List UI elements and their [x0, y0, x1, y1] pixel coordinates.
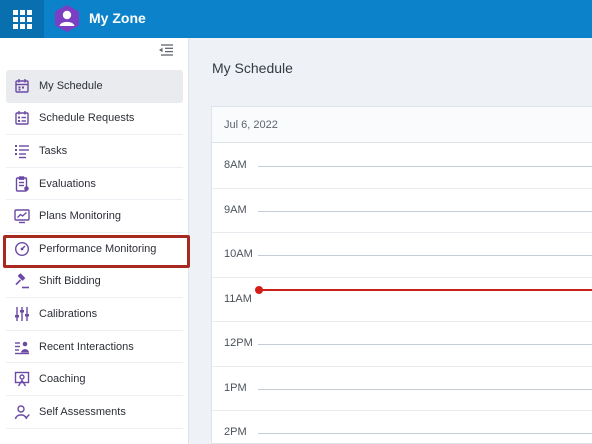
tasks-icon: [15, 144, 29, 159]
schedule-icon: [15, 78, 29, 93]
sidebar-item-calibrations[interactable]: Calibrations: [6, 298, 183, 331]
hour-label: 10AM: [224, 248, 253, 260]
evaluations-icon: [15, 175, 29, 192]
collapse-menu-icon[interactable]: [158, 43, 174, 57]
sidebar-item-label: Tasks: [39, 144, 68, 157]
sidebar-item-label: Plans Monitoring: [39, 210, 121, 223]
hour-divider: [258, 255, 592, 256]
gavel-icon: [15, 273, 29, 289]
hour-label: 2PM: [224, 426, 247, 438]
sidebar-item-plans-monitoring[interactable]: Plans Monitoring: [6, 200, 183, 233]
sidebar: My Schedule Schedule Requests Tasks Eval…: [0, 38, 189, 444]
sidebar-item-label: Calibrations: [39, 307, 98, 320]
sidebar-item-label: Coaching: [39, 373, 86, 386]
hour-row[interactable]: 9AM: [212, 189, 592, 233]
calendar-date: Jul 6, 2022: [224, 118, 278, 131]
sidebar-item-tasks[interactable]: Tasks: [6, 135, 183, 168]
recent-interactions-icon: [15, 341, 29, 354]
hour-label: 12PM: [224, 337, 253, 349]
hour-label: 1PM: [224, 381, 247, 394]
app-launcher-button[interactable]: [0, 0, 44, 38]
grid-icon: [12, 9, 32, 29]
hour-row[interactable]: 12PM: [212, 322, 592, 367]
hour-divider: [258, 388, 592, 390]
coaching-icon: [14, 371, 30, 387]
calendar-header: Jul 6, 2022: [212, 107, 592, 143]
sidebar-item-recent-interactions[interactable]: Recent Interactions: [6, 331, 183, 364]
current-time-indicator: [255, 286, 592, 294]
plans-monitoring-icon: [14, 209, 30, 224]
self-assessment-icon: [14, 405, 30, 419]
sidebar-item-self-assessments[interactable]: Self Assessments: [6, 396, 183, 429]
hour-divider: [258, 433, 592, 434]
sliders-icon: [15, 306, 29, 321]
my-zone-logo-icon: [55, 5, 79, 32]
current-time-dot: [255, 286, 263, 294]
sidebar-item-shift-bidding[interactable]: Shift Bidding: [6, 266, 183, 299]
sidebar-item-label: Evaluations: [39, 177, 96, 190]
sidebar-item-label: Self Assessments: [39, 405, 126, 418]
hour-row[interactable]: 10AM: [212, 233, 592, 278]
hour-row[interactable]: 8AM: [212, 144, 592, 189]
schedule-calendar: Jul 6, 2022 8AM 9AM 10AM 11AM 12PM 1PM 2…: [211, 106, 592, 444]
hour-divider: [258, 210, 592, 212]
hour-divider: [258, 166, 592, 167]
hour-label: 11AM: [224, 292, 252, 305]
sidebar-item-my-schedule[interactable]: My Schedule: [6, 70, 183, 103]
hour-divider: [258, 344, 592, 345]
app-title: My Zone: [89, 10, 146, 26]
schedule-requests-icon: [15, 111, 29, 126]
sidebar-item-coaching[interactable]: Coaching: [6, 363, 183, 396]
sidebar-item-schedule-requests[interactable]: Schedule Requests: [6, 103, 183, 136]
performance-gauge-icon: [14, 241, 30, 256]
sidebar-item-performance-monitoring[interactable]: Performance Monitoring: [6, 233, 183, 266]
hour-label: 8AM: [224, 159, 247, 171]
sidebar-item-label: Shift Bidding: [39, 275, 101, 288]
sidebar-item-evaluations[interactable]: Evaluations: [6, 168, 183, 201]
sidebar-item-label: My Schedule: [39, 79, 103, 92]
hour-row[interactable]: 11AM: [212, 278, 592, 322]
sidebar-item-label: Performance Monitoring: [39, 242, 157, 255]
top-bar: My Zone: [0, 0, 592, 38]
hour-label: 9AM: [224, 203, 247, 216]
hour-row[interactable]: 1PM: [212, 367, 592, 411]
sidebar-nav: My Schedule Schedule Requests Tasks Eval…: [0, 70, 189, 429]
sidebar-item-label: Schedule Requests: [39, 112, 135, 125]
sidebar-item-label: Recent Interactions: [39, 340, 134, 353]
hour-row[interactable]: 2PM: [212, 411, 592, 444]
page-title: My Schedule: [212, 60, 293, 76]
